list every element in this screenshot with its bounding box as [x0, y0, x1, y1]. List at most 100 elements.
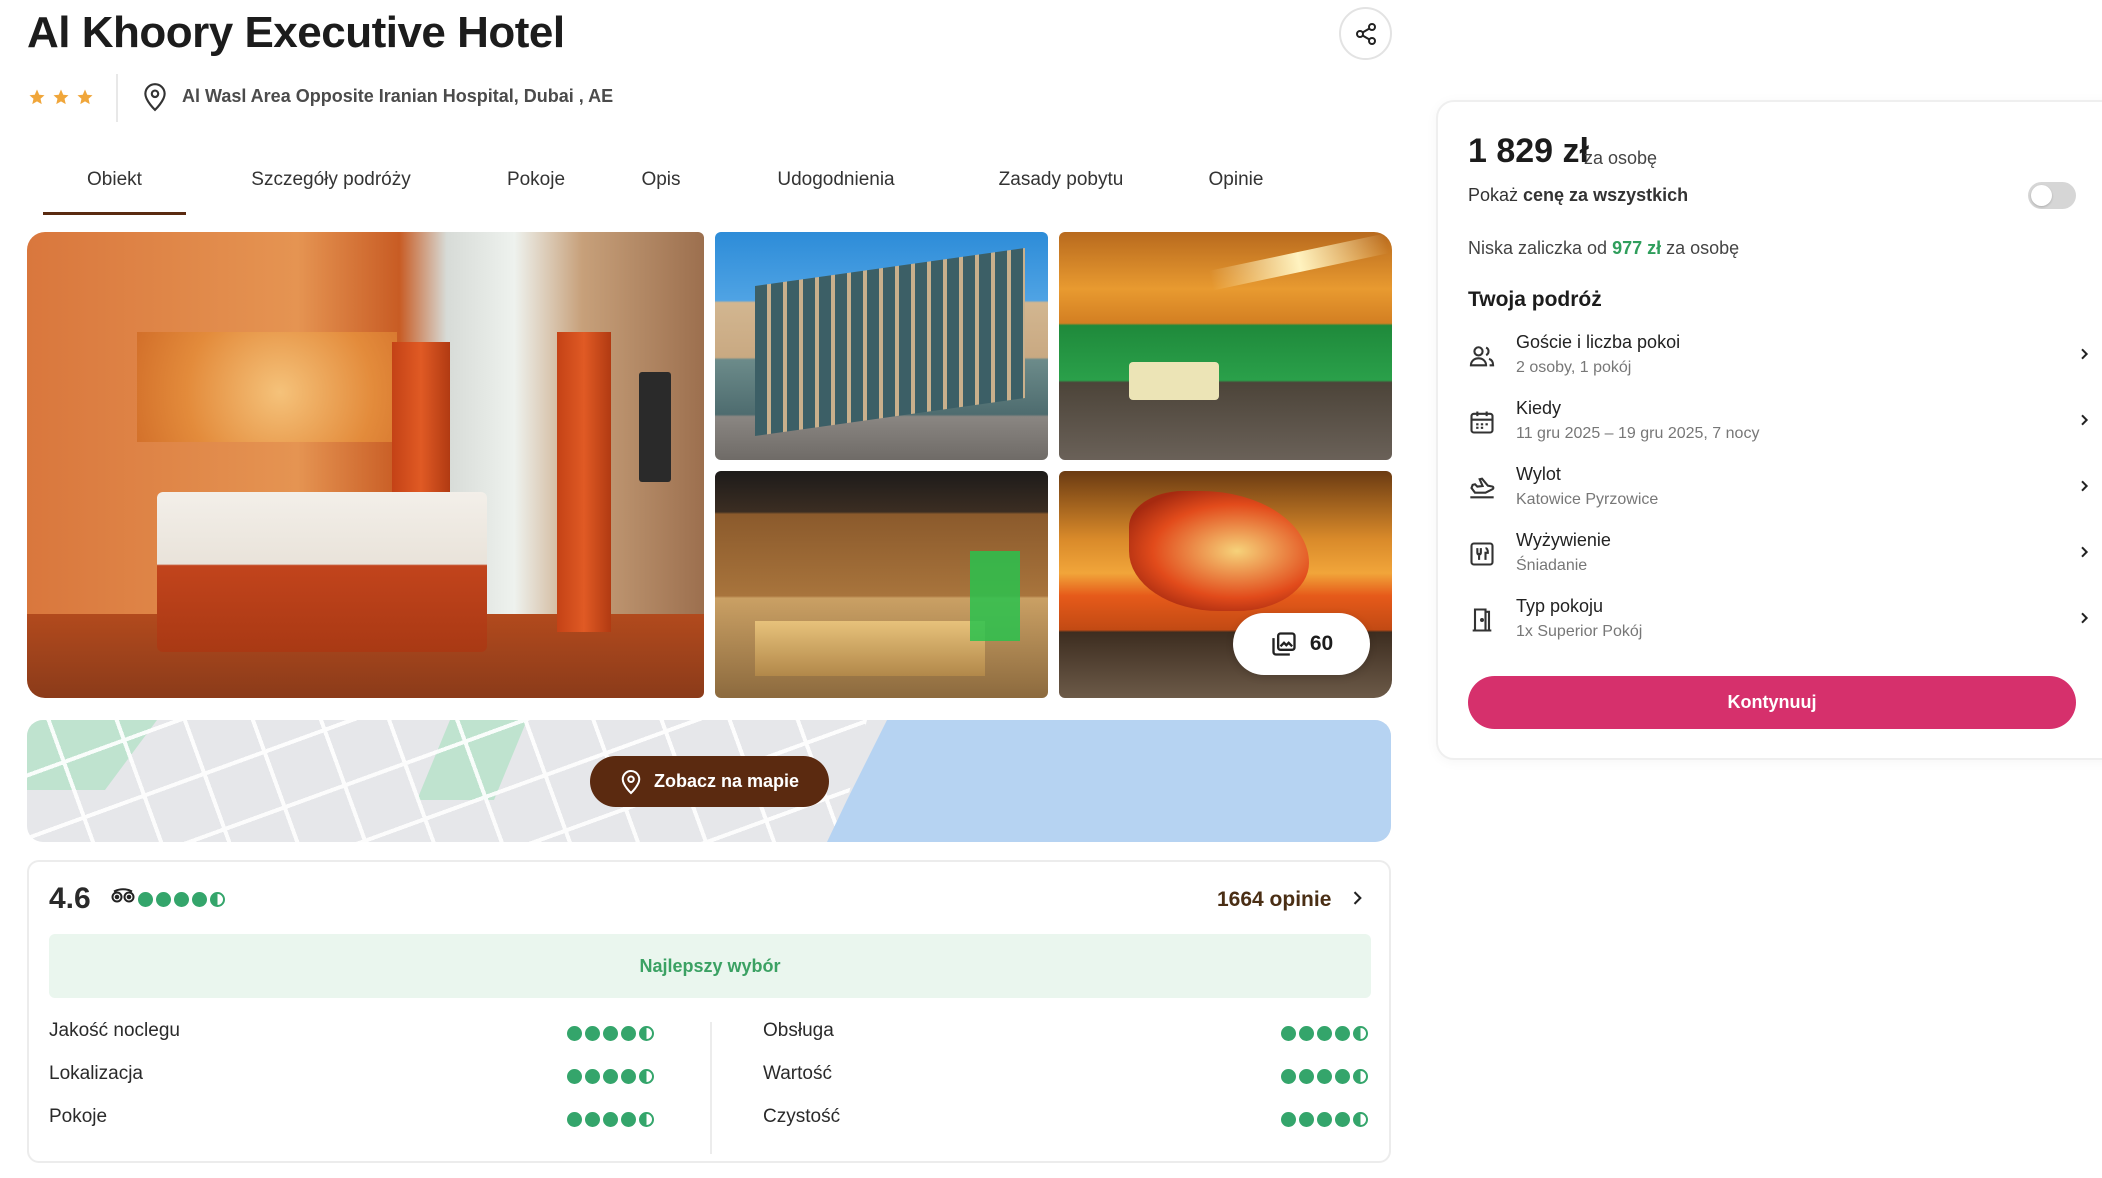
tab-szczegoly-podrozy[interactable]: Szczegóły podróży: [216, 160, 446, 215]
reviews-card: 4.6 1664 opinie Najlepszy wybór Jakość n…: [27, 860, 1391, 1163]
show-on-map-button[interactable]: Zobacz na mapie: [590, 756, 829, 807]
criterion-dots: [567, 1112, 654, 1127]
door-icon: [1472, 608, 1492, 632]
overall-rating: 4.6: [49, 882, 91, 915]
location-pin-icon: [621, 769, 641, 794]
trip-row-room-type[interactable]: Typ pokoju 1x Superior Pokój: [1468, 596, 2089, 652]
rating-dot: [567, 1026, 582, 1041]
reviews-count-link[interactable]: 1664 opinie: [1217, 888, 1331, 912]
rating-dot: [1353, 1026, 1368, 1041]
tab-udogodnienia[interactable]: Udogodnienia: [746, 160, 926, 215]
header-divider: [116, 74, 118, 122]
trip-row-dates[interactable]: Kiedy 11 gru 2025 – 19 gru 2025, 7 nocy: [1468, 398, 2089, 454]
rating-dot: [1353, 1112, 1368, 1127]
price-suffix: za osobę: [1584, 148, 1658, 168]
booking-panel: 1 829 zł za osobę Pokaż cenę za wszystki…: [1436, 100, 2102, 760]
calendar-icon: [1470, 411, 1494, 434]
rating-dot: [567, 1069, 582, 1084]
rating-dot: [585, 1069, 600, 1084]
rating-dot: [639, 1112, 654, 1127]
trip-row-meals[interactable]: Wyżywienie Śniadanie: [1468, 530, 2089, 586]
overall-rating-dots: [138, 892, 225, 907]
criterion-dots: [567, 1069, 654, 1084]
share-button[interactable]: [1339, 7, 1392, 60]
criterion-label: Wartość: [763, 1063, 832, 1084]
criteria-divider: [710, 1022, 712, 1154]
chevron-right-icon[interactable]: [1347, 888, 1367, 908]
all-photos-button[interactable]: 60: [1233, 613, 1370, 675]
rating-dot: [1335, 1112, 1350, 1127]
star-icon: [29, 89, 45, 105]
rating-dot: [621, 1026, 636, 1041]
chevron-right-icon: [2081, 546, 2089, 558]
rating-dot: [192, 892, 207, 907]
trip-row-guests[interactable]: Goście i liczba pokoi 2 osoby, 1 pokój: [1468, 332, 2089, 388]
meal-icon: [1470, 542, 1494, 566]
criterion-dots: [1281, 1026, 1368, 1041]
rating-dot: [210, 892, 225, 907]
rating-dot: [1317, 1112, 1332, 1127]
rating-dot: [621, 1069, 636, 1084]
plane-departure-icon: [1470, 477, 1495, 499]
chevron-right-icon: [2081, 480, 2089, 492]
show-total-price-label: Pokaż cenę za wszystkich: [1468, 185, 1689, 205]
continue-button[interactable]: Kontynuuj: [1468, 676, 2076, 729]
star-rating: [28, 88, 94, 106]
rating-dot: [567, 1112, 582, 1127]
section-tabs: Obiekt Szczegóły podróży Pokoje Opis Udo…: [43, 160, 1276, 215]
photo-count: 60: [1309, 632, 1334, 655]
rating-dot: [1335, 1026, 1350, 1041]
gallery-photo-room[interactable]: [27, 232, 704, 698]
rating-dot: [1281, 1026, 1296, 1041]
rating-dot: [603, 1112, 618, 1127]
chevron-right-icon: [2081, 348, 2089, 360]
rating-dot: [585, 1026, 600, 1041]
tab-pokoje[interactable]: Pokoje: [496, 160, 576, 215]
share-icon: [1355, 22, 1376, 45]
rating-dot: [1281, 1069, 1296, 1084]
rating-dot: [138, 892, 153, 907]
chevron-right-icon: [2081, 612, 2089, 624]
price-per-person: 1 829 zł: [1468, 132, 1589, 170]
rating-dot: [1299, 1112, 1314, 1127]
chevron-right-icon: [2081, 414, 2089, 426]
criterion-label: Pokoje: [49, 1106, 108, 1127]
criterion-dots: [1281, 1069, 1368, 1084]
rating-dot: [585, 1112, 600, 1127]
tripadvisor-icon: [111, 888, 135, 903]
criterion-dots: [567, 1026, 654, 1041]
guests-icon: [1469, 346, 1495, 367]
tab-opis[interactable]: Opis: [626, 160, 696, 215]
hotel-address: Al Wasl Area Opposite Iranian Hospital, …: [182, 86, 614, 106]
location-pin-icon: [144, 83, 166, 112]
deposit-info: Niska zaliczka od 977 zł za osobę: [1468, 238, 1740, 258]
criterion-label: Jakość noclegu: [49, 1020, 180, 1041]
star-icon: [53, 89, 69, 105]
rating-dot: [603, 1026, 618, 1041]
rating-dot: [1299, 1069, 1314, 1084]
rating-dot: [1299, 1026, 1314, 1041]
criterion-dots: [1281, 1112, 1368, 1127]
rating-dot: [1317, 1026, 1332, 1041]
rating-dot: [156, 892, 171, 907]
trip-row-departure[interactable]: Wylot Katowice Pyrzowice: [1468, 464, 2089, 520]
rating-dot: [1353, 1069, 1368, 1084]
rating-dot: [603, 1069, 618, 1084]
deposit-amount: 977 zł: [1612, 238, 1662, 258]
rating-dot: [1335, 1069, 1350, 1084]
gallery-photo-reception[interactable]: [715, 471, 1048, 698]
tab-zasady-pobytu[interactable]: Zasady pobytu: [976, 160, 1146, 215]
tab-obiekt[interactable]: Obiekt: [43, 160, 186, 215]
show-total-toggle[interactable]: [2028, 182, 2076, 209]
gallery-photo-exterior[interactable]: [715, 232, 1048, 460]
rating-dot: [639, 1069, 654, 1084]
rating-dot: [639, 1026, 654, 1041]
gallery-photo-lobby[interactable]: [1059, 232, 1392, 460]
rating-dot: [621, 1112, 636, 1127]
tab-opinie[interactable]: Opinie: [1196, 160, 1276, 215]
criterion-label: Obsługa: [763, 1020, 834, 1041]
rating-dot: [174, 892, 189, 907]
show-on-map-label: Zobacz na mapie: [653, 771, 800, 791]
hotel-title: Al Khoory Executive Hotel: [27, 8, 565, 57]
criterion-label: Czystość: [763, 1106, 841, 1127]
